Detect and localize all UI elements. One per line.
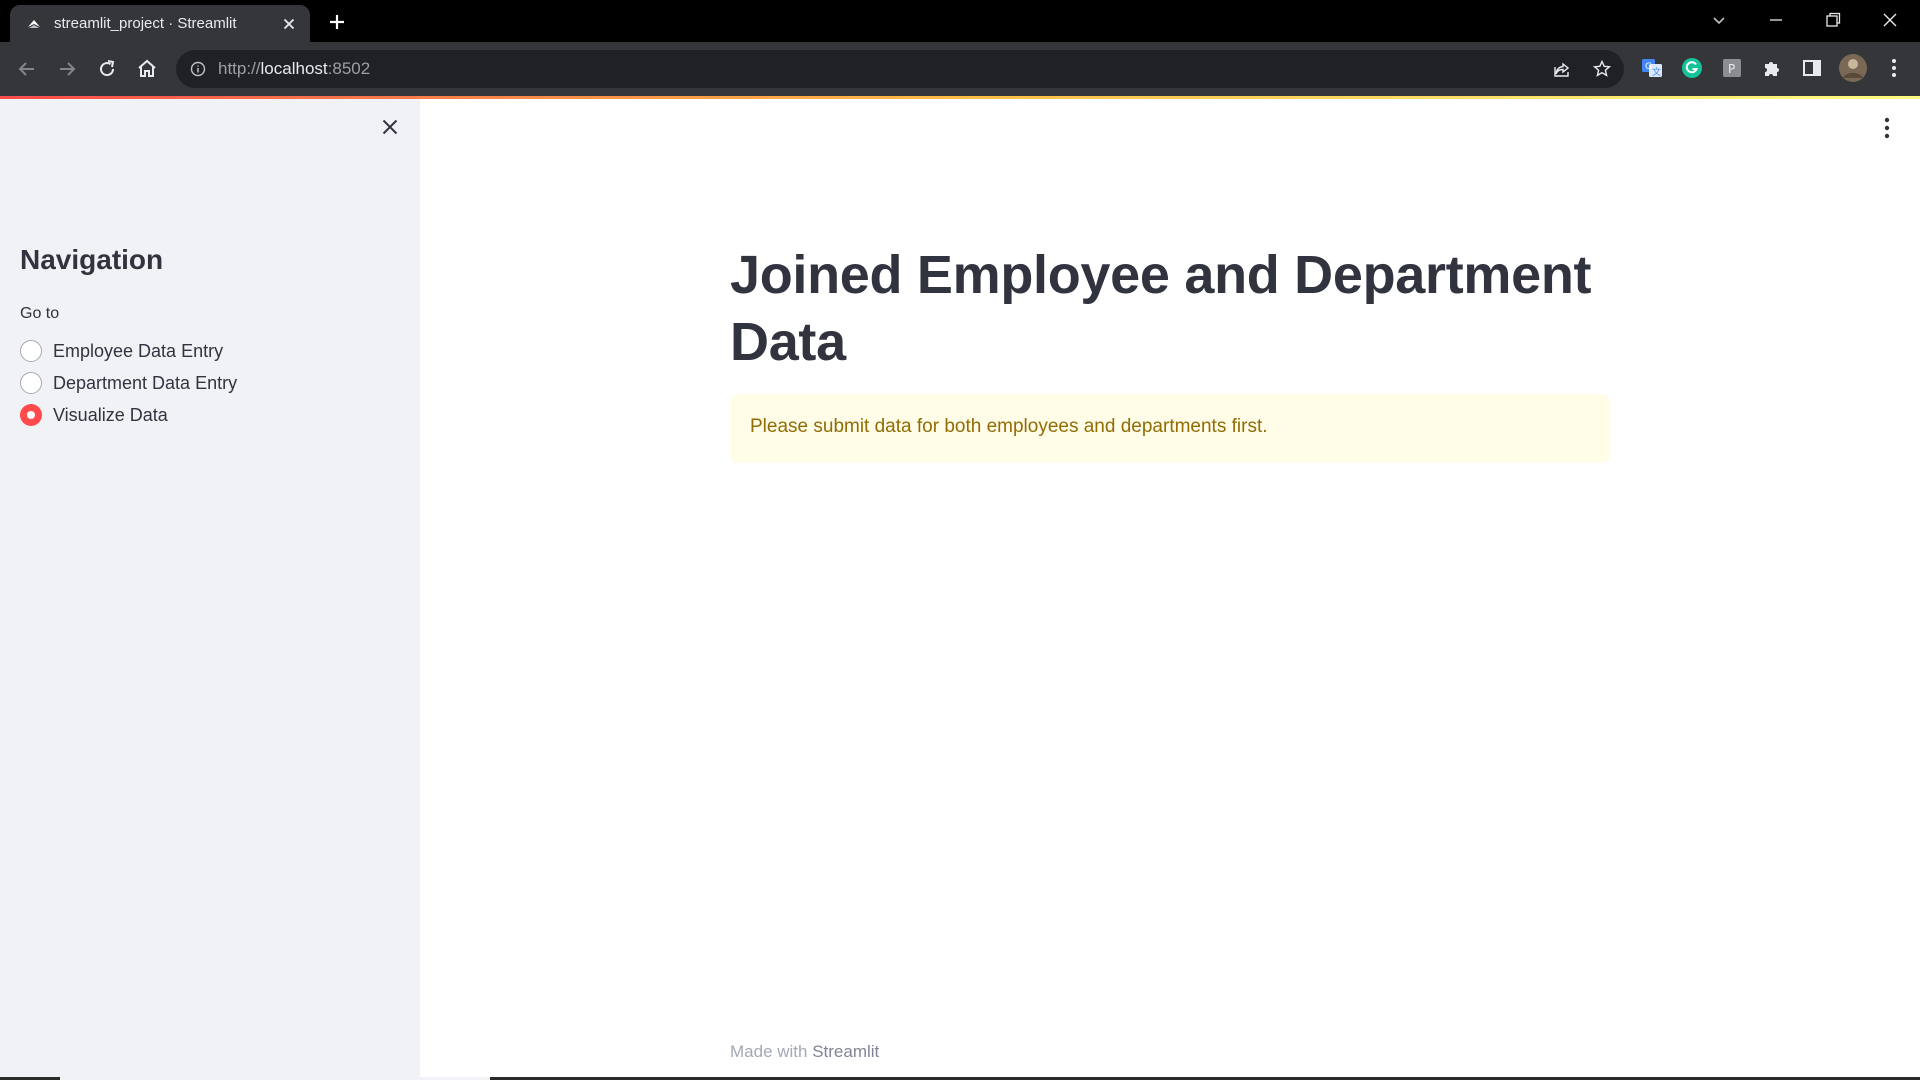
grammarly-extension-icon[interactable]: [1680, 56, 1704, 80]
extensions-puzzle-icon[interactable]: [1760, 56, 1784, 80]
main-menu-icon[interactable]: [1884, 117, 1890, 139]
radio-button-unselected[interactable]: [20, 372, 42, 394]
share-icon[interactable]: [1552, 59, 1572, 79]
site-info-icon[interactable]: [190, 61, 206, 77]
url-scheme: http://: [218, 59, 261, 78]
sidebar-close-icon[interactable]: [380, 117, 400, 137]
radio-option-label: Employee Data Entry: [53, 340, 224, 361]
radio-button-unselected[interactable]: [20, 340, 42, 362]
forward-icon[interactable]: [55, 57, 79, 81]
main-content: Joined Employee and Department Data Plea…: [420, 99, 1920, 1080]
sidebar-title: Navigation: [20, 244, 164, 275]
footer: Made with Streamlit: [730, 1042, 879, 1062]
bookmark-star-icon[interactable]: [1592, 59, 1612, 79]
back-icon[interactable]: [15, 57, 39, 81]
reload-icon[interactable]: [95, 57, 119, 81]
home-icon[interactable]: [135, 57, 159, 81]
new-tab-icon[interactable]: [325, 10, 349, 34]
chrome-menu-icon[interactable]: [1882, 56, 1906, 80]
address-bar[interactable]: http://localhost:8502: [176, 50, 1624, 88]
restore-icon[interactable]: [1821, 8, 1845, 32]
browser-tab[interactable]: streamlit_project · Streamlit: [10, 5, 310, 42]
tab-search-icon[interactable]: [1707, 8, 1731, 32]
radio-button-selected[interactable]: [20, 404, 42, 426]
browser-tab-bar: streamlit_project · Streamlit: [0, 0, 1920, 42]
svg-text:G: G: [1645, 62, 1652, 72]
footer-prefix: Made with: [730, 1042, 813, 1061]
window-close-icon[interactable]: [1878, 8, 1902, 32]
radio-option-employee-data-entry[interactable]: Employee Data Entry: [20, 337, 223, 365]
tab-close-icon[interactable]: [280, 15, 298, 33]
profile-avatar-icon[interactable]: [1838, 53, 1868, 83]
p-extension-icon[interactable]: P: [1720, 56, 1744, 80]
svg-text:文: 文: [1652, 66, 1661, 78]
radio-option-label: Visualize Data: [53, 404, 168, 425]
footer-streamlit-link[interactable]: Streamlit: [812, 1042, 879, 1061]
radio-option-visualize-data[interactable]: Visualize Data: [20, 401, 168, 429]
url-host: localhost: [260, 59, 328, 78]
sidebar: Navigation Go to Employee Data Entry Dep…: [0, 99, 420, 1080]
radio-option-department-data-entry[interactable]: Department Data Entry: [20, 369, 237, 397]
url-port: :8502: [327, 59, 371, 78]
translate-extension-icon[interactable]: G 文: [1640, 56, 1664, 80]
browser-toolbar: http://localhost:8502 G 文 P: [0, 42, 1920, 96]
radio-group-label: Go to: [20, 305, 60, 322]
radio-option-label: Department Data Entry: [53, 372, 238, 393]
tab-title: streamlit_project · Streamlit: [54, 15, 237, 32]
page-title: Joined Employee and Department Data: [730, 245, 1592, 372]
url-text: http://localhost:8502: [218, 59, 370, 79]
minimize-icon[interactable]: [1764, 8, 1788, 32]
warning-text: Please submit data for both employees an…: [750, 416, 1268, 437]
warning-alert: Please submit data for both employees an…: [730, 394, 1610, 463]
side-panel-icon[interactable]: [1800, 56, 1824, 80]
svg-text:P: P: [1728, 62, 1735, 76]
streamlit-favicon-icon: [28, 20, 40, 28]
